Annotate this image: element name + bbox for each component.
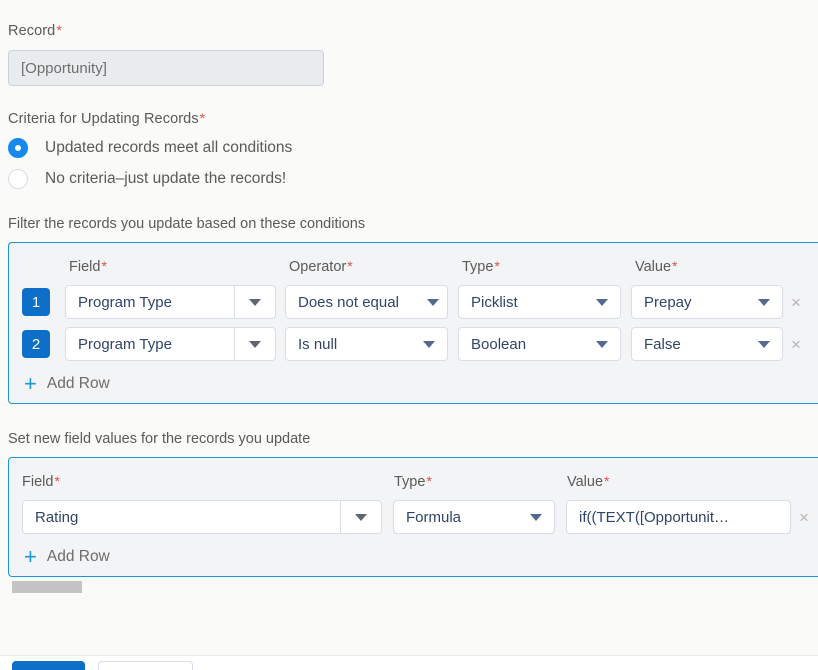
set-field-values-panel: Field* Type* Value* Rating Formula if((T bbox=[8, 457, 818, 577]
set-values-column-value: Value* bbox=[567, 473, 727, 490]
primary-action-button[interactable] bbox=[12, 661, 85, 670]
filter-operator-select-value: Is null bbox=[298, 335, 338, 353]
set-values-column-type: Type* bbox=[394, 473, 567, 490]
filter-value-select[interactable]: Prepay bbox=[631, 285, 783, 319]
filter-add-row-button[interactable]: + Add Row bbox=[9, 365, 818, 403]
set-values-caption-wrap: Set new field values for the records you… bbox=[0, 404, 818, 447]
chevron-down-icon[interactable] bbox=[758, 340, 782, 348]
filter-section-caption: Filter the records you update based on t… bbox=[8, 216, 366, 232]
secondary-action-button[interactable] bbox=[98, 661, 193, 670]
set-values-column-value-asterisk: * bbox=[604, 472, 610, 489]
set-values-field-select[interactable]: Rating bbox=[22, 500, 382, 534]
filter-value-select-value: False bbox=[644, 335, 681, 353]
filter-type-select-value: Picklist bbox=[471, 293, 518, 311]
radio-icon-selected[interactable] bbox=[8, 138, 28, 158]
horizontal-scrollbar[interactable] bbox=[12, 581, 82, 593]
filter-column-field-asterisk: * bbox=[101, 257, 107, 274]
filter-field-select-value: Program Type bbox=[78, 293, 172, 311]
radio-icon-unselected[interactable] bbox=[8, 169, 28, 189]
set-values-value-input-text: if((TEXT([Opportunit… bbox=[579, 508, 730, 526]
filter-conditions-panel: Field* Operator* Type* Value* 1 Program … bbox=[8, 242, 818, 404]
chevron-down-icon[interactable] bbox=[427, 298, 447, 306]
set-values-add-row-label: Add Row bbox=[46, 548, 110, 565]
record-label: Record* bbox=[8, 22, 818, 39]
chevron-down-icon[interactable] bbox=[596, 298, 620, 306]
filter-column-type-label: Type bbox=[462, 258, 494, 275]
criteria-label: Criteria for Updating Records* bbox=[8, 110, 818, 127]
set-values-column-field-label: Field bbox=[22, 473, 54, 490]
record-required-asterisk: * bbox=[56, 22, 62, 38]
chevron-down-icon[interactable] bbox=[596, 340, 620, 348]
criteria-required-asterisk: * bbox=[199, 110, 206, 126]
filter-column-value: Value* bbox=[635, 258, 795, 275]
filter-type-select[interactable]: Boolean bbox=[458, 327, 621, 361]
set-values-value-input[interactable]: if((TEXT([Opportunit… bbox=[566, 500, 791, 534]
filter-add-row-label: Add Row bbox=[46, 375, 110, 392]
chevron-down-icon[interactable] bbox=[234, 328, 275, 360]
filter-row-delete-icon[interactable]: × bbox=[783, 294, 809, 311]
filter-column-type: Type* bbox=[462, 258, 635, 275]
filter-field-select[interactable]: Program Type bbox=[65, 285, 276, 319]
filter-row-number-badge: 2 bbox=[22, 330, 50, 358]
set-values-type-select[interactable]: Formula bbox=[393, 500, 555, 534]
chevron-down-icon[interactable] bbox=[423, 340, 447, 348]
chevron-down-icon[interactable] bbox=[234, 286, 275, 318]
criteria-label-text: Criteria for Updating Records bbox=[8, 111, 199, 127]
filter-field-select[interactable]: Program Type bbox=[65, 327, 276, 361]
filter-column-field-label: Field bbox=[69, 258, 101, 275]
set-values-column-type-asterisk: * bbox=[426, 472, 432, 489]
radio-option-all-conditions[interactable]: Updated records meet all conditions bbox=[8, 138, 818, 158]
plus-icon: + bbox=[24, 544, 37, 569]
filter-column-value-asterisk: * bbox=[672, 257, 678, 274]
criteria-block: Criteria for Updating Records* Updated r… bbox=[0, 86, 818, 189]
set-values-column-value-label: Value bbox=[567, 473, 604, 490]
filter-type-select-value: Boolean bbox=[471, 335, 527, 353]
filter-type-select[interactable]: Picklist bbox=[458, 285, 621, 319]
chevron-down-icon[interactable] bbox=[758, 298, 782, 306]
filter-columns-header: Field* Operator* Type* Value* bbox=[9, 243, 818, 281]
filter-value-select-value: Prepay bbox=[644, 293, 692, 311]
set-values-section-caption: Set new field values for the records you… bbox=[8, 431, 311, 447]
set-values-row-delete-icon[interactable]: × bbox=[791, 509, 817, 526]
filter-row-number-badge: 1 bbox=[22, 288, 50, 316]
set-values-columns-header: Field* Type* Value* bbox=[9, 458, 818, 496]
record-input[interactable] bbox=[8, 50, 324, 86]
filter-column-value-label: Value bbox=[635, 258, 672, 275]
filter-value-select[interactable]: False bbox=[631, 327, 783, 361]
radio-option-all-conditions-label: Updated records meet all conditions bbox=[45, 139, 293, 156]
record-label-text: Record bbox=[8, 23, 56, 39]
filter-column-operator: Operator* bbox=[289, 258, 462, 275]
record-block: Record* bbox=[0, 0, 818, 86]
set-values-column-field-asterisk: * bbox=[54, 472, 60, 489]
filter-column-operator-asterisk: * bbox=[347, 257, 353, 274]
filter-row: 1 Program Type Does not equal Picklist P… bbox=[9, 281, 818, 323]
plus-icon: + bbox=[24, 371, 37, 396]
radio-option-no-criteria-label: No criteria–just update the records! bbox=[45, 170, 287, 187]
radio-option-no-criteria[interactable]: No criteria–just update the records! bbox=[8, 169, 818, 189]
filter-operator-select-value: Does not equal bbox=[298, 293, 399, 311]
set-values-add-row-button[interactable]: + Add Row bbox=[9, 538, 818, 576]
filter-row: 2 Program Type Is null Boolean False × bbox=[9, 323, 818, 365]
set-values-row: Rating Formula if((TEXT([Opportunit… × bbox=[9, 496, 818, 538]
filter-column-type-asterisk: * bbox=[494, 257, 500, 274]
set-values-column-field: Field* bbox=[22, 473, 394, 490]
set-values-field-select-value: Rating bbox=[35, 508, 79, 526]
set-values-type-select-value: Formula bbox=[406, 508, 462, 526]
filter-field-select-value: Program Type bbox=[78, 335, 172, 353]
chevron-down-icon[interactable] bbox=[530, 513, 554, 521]
filter-column-operator-label: Operator bbox=[289, 258, 347, 275]
footer-action-bar bbox=[0, 655, 818, 670]
filter-column-field: Field* bbox=[69, 258, 289, 275]
set-values-column-type-label: Type bbox=[394, 473, 426, 490]
filter-operator-select[interactable]: Is null bbox=[285, 327, 448, 361]
filter-row-delete-icon[interactable]: × bbox=[783, 336, 809, 353]
filter-section-caption-wrap: Filter the records you update based on t… bbox=[0, 189, 818, 232]
chevron-down-icon[interactable] bbox=[340, 501, 381, 533]
update-records-form: Record* Criteria for Updating Records* U… bbox=[0, 0, 818, 670]
filter-operator-select[interactable]: Does not equal bbox=[285, 285, 448, 319]
